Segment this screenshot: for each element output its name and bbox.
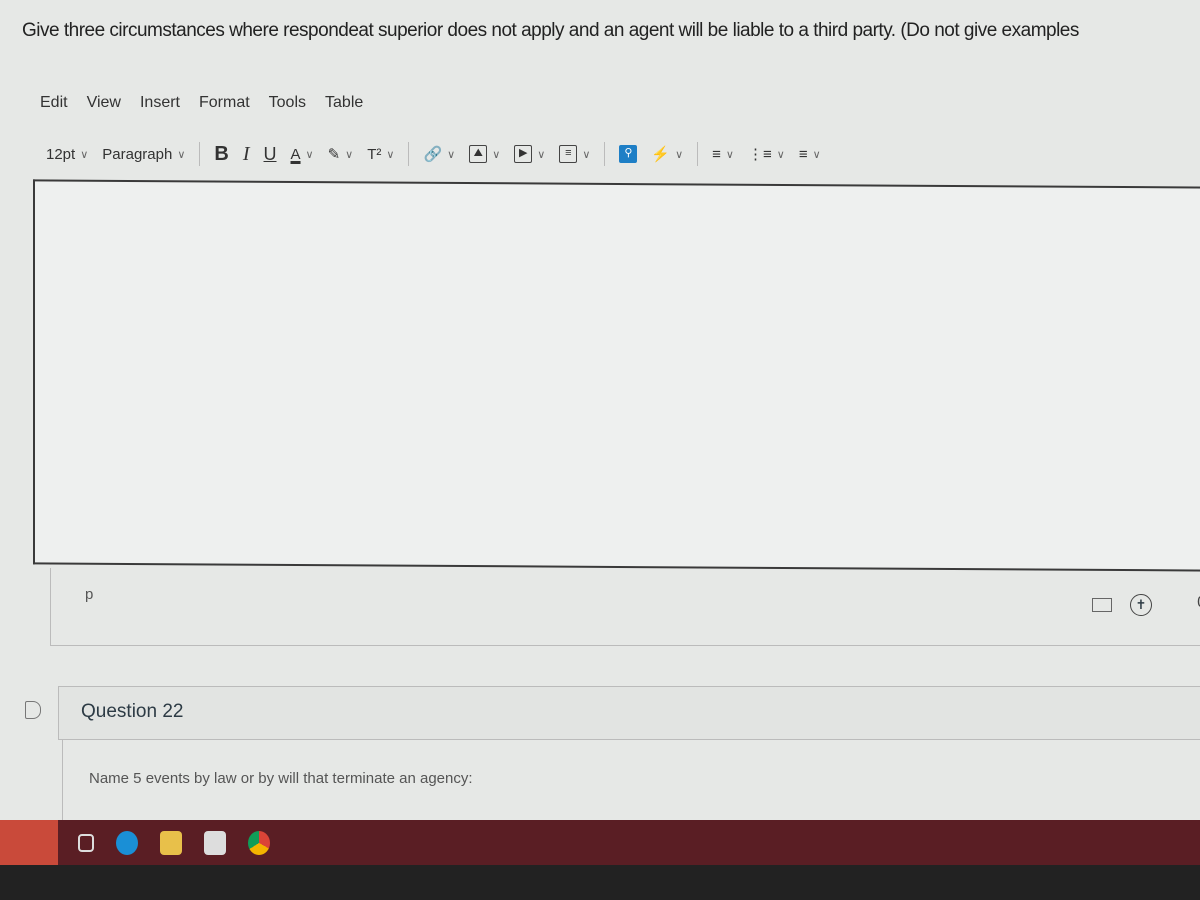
chevron-down-icon: ∨	[582, 148, 591, 161]
chrome-icon[interactable]	[248, 830, 270, 855]
menu-format[interactable]: Format	[199, 94, 250, 112]
element-path[interactable]: p	[85, 586, 93, 603]
link-icon: 🔗	[423, 146, 443, 163]
superscript-button[interactable]: T² ∨	[367, 146, 394, 163]
divider	[199, 142, 201, 166]
underline-button[interactable]: U	[264, 144, 277, 165]
indent-button[interactable]: ≡ ∨	[799, 146, 821, 163]
divider	[697, 142, 699, 166]
apps-plugin-button[interactable]: ⚡ ∨	[651, 145, 683, 163]
text-color-icon: A	[290, 145, 301, 163]
list-icon: ⋮≡	[747, 146, 772, 163]
question-text: Name 5 events by law or by will that ter…	[89, 770, 473, 787]
menu-edit[interactable]: Edit	[40, 94, 68, 112]
chevron-down-icon: ∨	[675, 148, 684, 161]
chevron-down-icon: ∨	[812, 148, 821, 161]
align-button[interactable]: ≡ ∨	[712, 146, 734, 163]
editor-toolbar: 12pt ∨ Paragraph ∨ B I U A ∨ ✎ ∨ T² ∨ 🔗 ∨ ⛰ ∨ ▶…	[46, 142, 821, 166]
link-button[interactable]: 🔗 ∨	[423, 145, 455, 163]
flag-question-icon[interactable]	[25, 701, 41, 719]
taskbar	[0, 820, 1200, 865]
menu-insert[interactable]: Insert	[140, 94, 180, 112]
search-icon[interactable]: ⚲	[619, 145, 638, 163]
italic-button[interactable]: I	[243, 143, 250, 166]
store-icon[interactable]	[204, 830, 226, 855]
question-prompt: Give three circumstances where respondea…	[22, 20, 1079, 41]
task-view-icon[interactable]	[78, 833, 94, 852]
chevron-down-icon: ∨	[345, 148, 354, 161]
chevron-down-icon: ∨	[776, 148, 785, 161]
divider	[604, 142, 606, 166]
font-size-value: 12pt	[46, 145, 76, 163]
chevron-down-icon: ∨	[447, 148, 456, 161]
block-format-value: Paragraph	[102, 145, 173, 163]
weather-widget[interactable]	[0, 820, 58, 865]
superscript-icon: T²	[367, 145, 382, 163]
chevron-down-icon: ∨	[537, 148, 546, 161]
document-icon: ≡	[559, 145, 578, 163]
image-button[interactable]: ⛰ ∨	[469, 145, 500, 163]
question-title: Question 22	[81, 701, 184, 722]
monitor-bezel	[0, 865, 1200, 900]
menu-view[interactable]: View	[87, 94, 121, 112]
editor-menubar: Edit View Insert Format Tools Table	[40, 94, 363, 112]
file-explorer-icon[interactable]	[160, 830, 182, 855]
block-format-select[interactable]: Paragraph ∨	[102, 146, 185, 163]
highlight-button[interactable]: ✎ ∨	[328, 145, 354, 163]
bold-button[interactable]: B	[214, 143, 228, 166]
plug-icon: ⚡	[651, 146, 671, 163]
font-size-select[interactable]: 12pt ∨	[46, 146, 88, 163]
chevron-down-icon: ∨	[305, 148, 314, 161]
editor-status-bar: p ✝ 0	[50, 568, 1200, 646]
chevron-down-icon: ∨	[725, 148, 734, 161]
menu-tools[interactable]: Tools	[269, 94, 306, 112]
accessibility-icon[interactable]: ✝	[1130, 594, 1152, 616]
answer-editor[interactable]	[33, 179, 1200, 572]
text-color-button[interactable]: A ∨	[291, 146, 314, 163]
divider	[408, 142, 410, 166]
chevron-down-icon: ∨	[492, 148, 501, 161]
chevron-down-icon: ∨	[177, 148, 186, 161]
document-button[interactable]: ≡ ∨	[559, 145, 590, 163]
chevron-down-icon: ∨	[386, 148, 395, 161]
align-icon: ≡	[712, 145, 721, 163]
keyboard-icon[interactable]	[1092, 598, 1112, 612]
media-button[interactable]: ▶ ∨	[514, 145, 545, 163]
edge-icon[interactable]	[116, 830, 138, 855]
list-button[interactable]: ⋮≡ ∨	[748, 145, 785, 163]
highlighter-icon: ✎	[327, 146, 341, 163]
indent-icon: ≡	[798, 145, 808, 163]
question-header: Question 22	[58, 686, 1200, 740]
chevron-down-icon: ∨	[80, 148, 89, 161]
media-icon: ▶	[514, 145, 533, 163]
menu-table[interactable]: Table	[325, 94, 363, 112]
question-body: Name 5 events by law or by will that ter…	[62, 740, 1200, 830]
image-icon: ⛰	[469, 145, 488, 163]
